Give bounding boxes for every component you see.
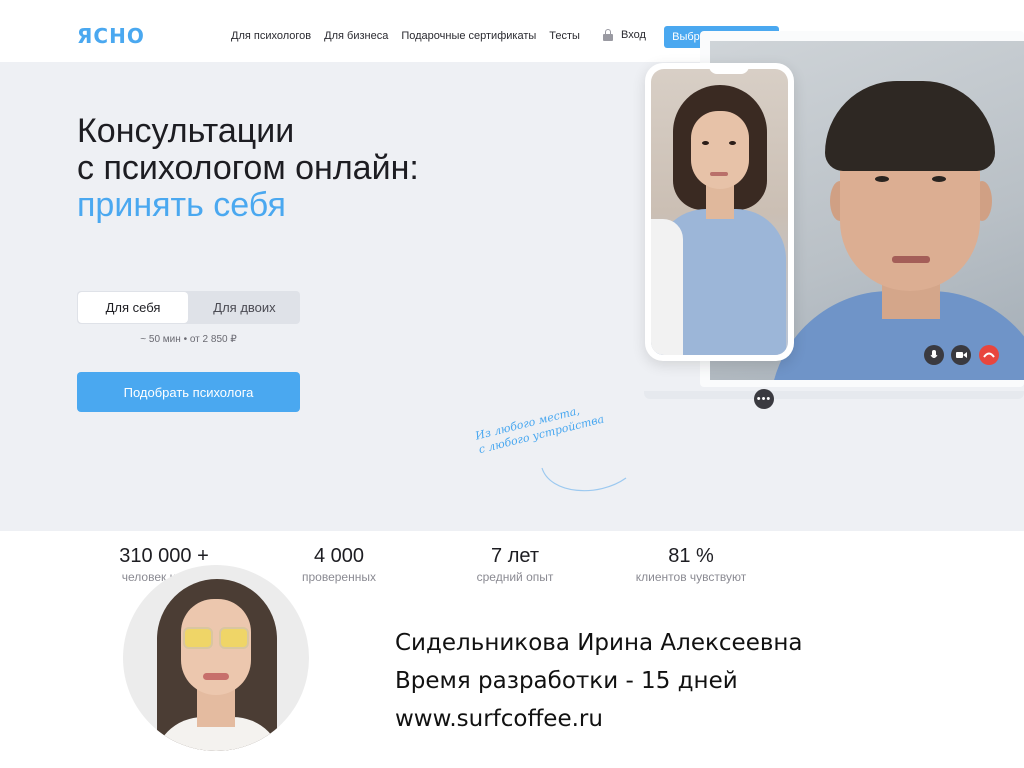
stats-section: 310 000 + человек нашли 4 000 проверенны… xyxy=(0,531,1024,593)
stat-item: 81 % клиентов чувствуют xyxy=(606,545,776,584)
woman-face xyxy=(691,111,749,189)
woman-jacket xyxy=(651,219,683,355)
stat-item: 7 лет средний опыт xyxy=(430,545,600,584)
psychologist-video xyxy=(651,69,788,355)
nav-item-business[interactable]: Для бизнеса xyxy=(324,30,388,42)
avatar-lips xyxy=(203,673,229,680)
handwritten-caption: Из любого места, с любого устройства xyxy=(474,399,606,457)
page-title: Консультации с психологом онлайн: принят… xyxy=(77,113,419,224)
toggle-option-self[interactable]: Для себя xyxy=(78,292,188,323)
title-line-1: Консультации xyxy=(77,112,295,150)
woman-eye-right xyxy=(729,141,736,145)
stat-label: клиентов чувствуют xyxy=(635,570,747,584)
nav-item-tests[interactable]: Тесты xyxy=(549,30,580,42)
hangup-icon[interactable] xyxy=(979,345,999,365)
stat-label: средний опыт xyxy=(476,570,554,584)
more-dots-icon[interactable]: ••• xyxy=(754,389,774,409)
logo[interactable]: ЯСНО xyxy=(77,24,145,48)
title-accent: принять себя xyxy=(77,186,286,224)
author-site[interactable]: www.surfcoffee.ru xyxy=(395,700,803,738)
stat-value: 81 % xyxy=(668,545,714,567)
main-nav: Для психологов Для бизнеса Подарочные се… xyxy=(231,30,580,42)
avatar xyxy=(123,565,309,751)
stat-label: проверенных xyxy=(302,570,376,584)
woman-mouth xyxy=(710,172,728,176)
woman-eye-left xyxy=(702,141,709,145)
laptop-base xyxy=(644,391,1024,399)
development-time: Время разработки - 15 дней xyxy=(395,668,738,694)
man-hair xyxy=(825,81,995,171)
find-psychologist-button[interactable]: Подобрать психолога xyxy=(77,372,300,412)
nav-item-psychologists[interactable]: Для психологов xyxy=(231,30,311,42)
phone-notch xyxy=(709,66,749,74)
title-line-2: с психологом онлайн: xyxy=(77,149,419,187)
lock-icon xyxy=(603,29,613,41)
stat-item: 4 000 проверенных xyxy=(254,545,424,584)
nav-item-gift-certificates[interactable]: Подарочные сертификаты xyxy=(401,30,536,42)
mic-icon[interactable] xyxy=(924,345,944,365)
session-meta: ~ 50 мин • от 2 850 ₽ xyxy=(140,334,237,345)
avatar-glasses-left xyxy=(183,627,213,649)
login-label: Вход xyxy=(621,29,646,41)
man-eye-right xyxy=(932,176,946,182)
stat-value: 7 лет xyxy=(491,545,539,567)
stat-value: 4 000 xyxy=(313,545,365,567)
login-link[interactable]: Вход xyxy=(603,29,646,41)
man-mouth xyxy=(892,256,930,263)
author-credits: Сидельникова Ирина Алексеевна Время разр… xyxy=(395,624,803,738)
decorative-curve xyxy=(541,467,627,492)
camera-icon[interactable] xyxy=(951,345,971,365)
avatar-glasses-right xyxy=(219,627,249,649)
author-name: Сидельникова Ирина Алексеевна xyxy=(395,630,803,656)
session-type-toggle: Для себя Для двоих xyxy=(77,291,300,324)
man-eye-left xyxy=(875,176,889,182)
toggle-option-couple[interactable]: Для двоих xyxy=(189,291,300,324)
